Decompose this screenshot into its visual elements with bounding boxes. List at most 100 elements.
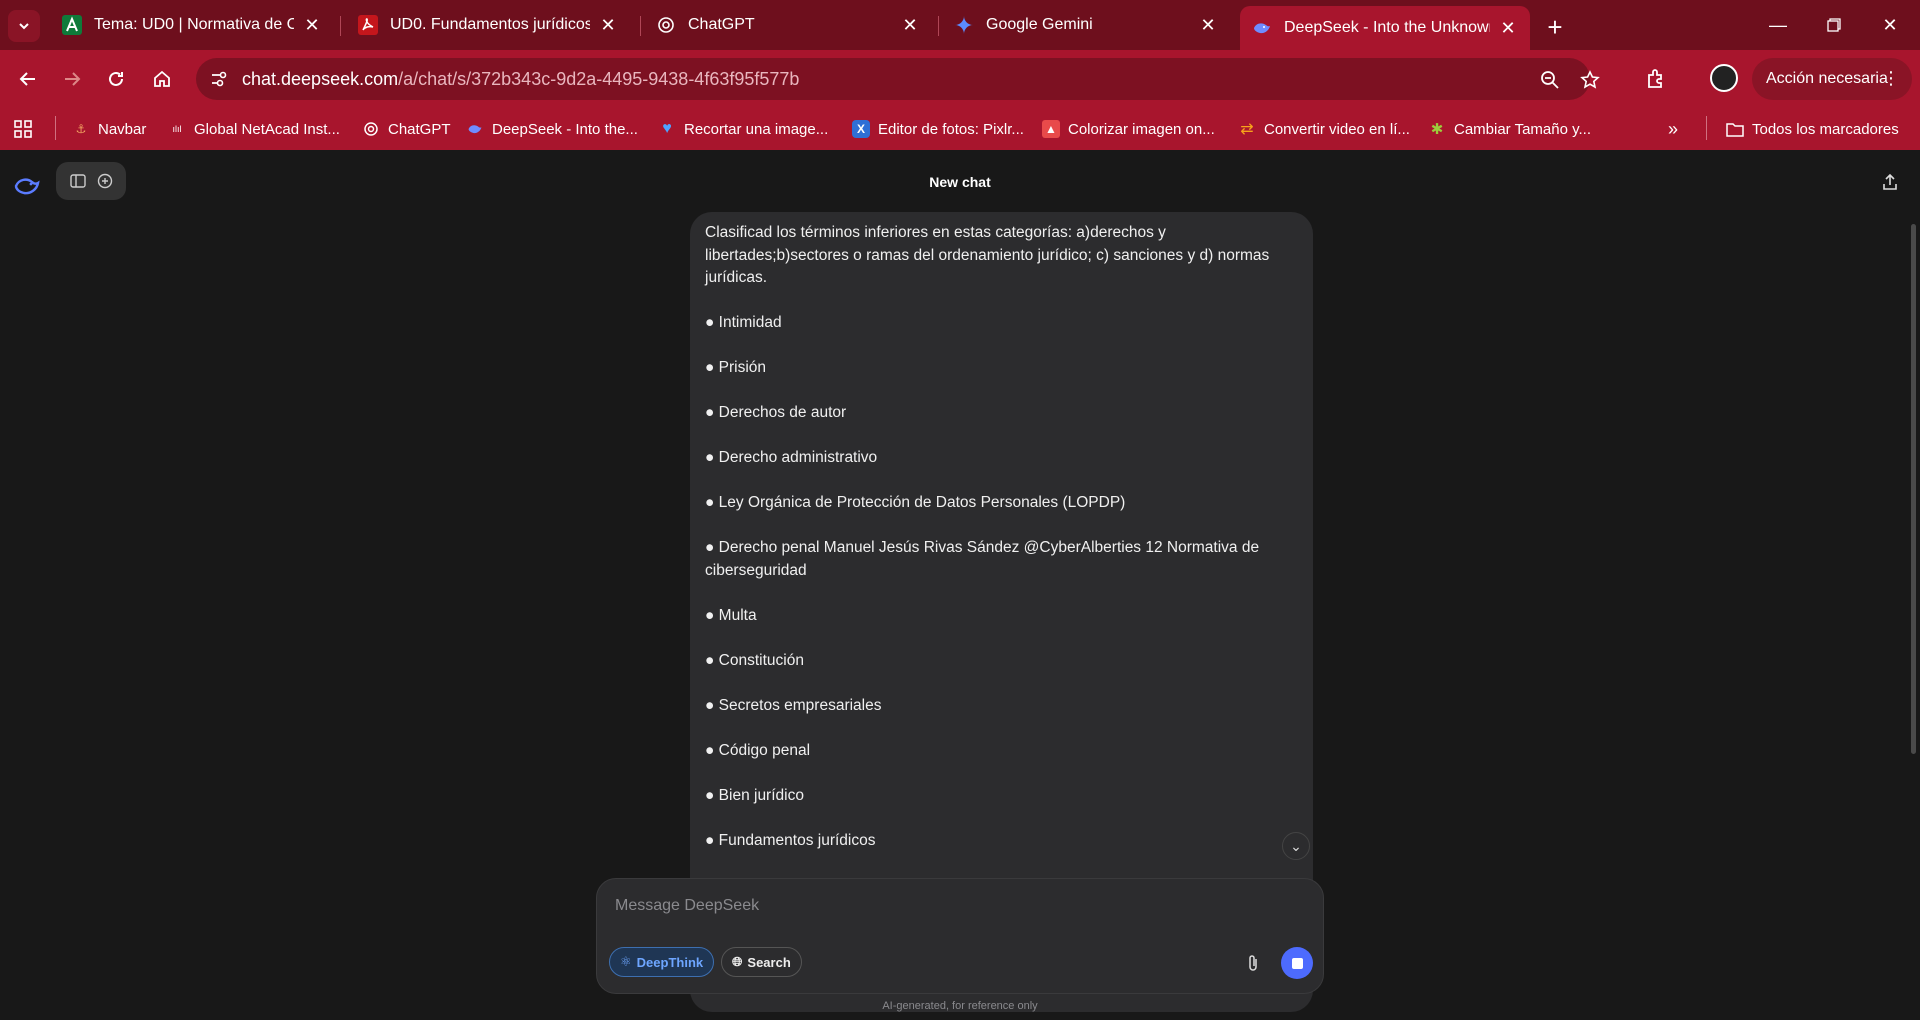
list-item: ● Código penal (705, 741, 811, 759)
atom-icon: ⚛ (620, 954, 632, 969)
tab-chatgpt[interactable]: ChatGPT ✕ (644, 8, 932, 42)
home-button[interactable] (146, 63, 178, 95)
list-item: ● Derecho administrativo (705, 449, 878, 466)
close-icon[interactable]: ✕ (302, 15, 322, 35)
folder-icon (1726, 120, 1744, 138)
tab-title: ChatGPT (688, 16, 755, 33)
browser-toolbar: chat.deepseek.com/a/chat/s/372b343c-9d2a… (0, 50, 1920, 108)
bookmark-navbar[interactable]: ⚓ Navbar (72, 116, 147, 142)
extensions-button[interactable] (1640, 63, 1672, 95)
bookmark-label: Editor de fotos: Pixlr... (878, 120, 1024, 138)
tab-gemini[interactable]: Google Gemini ✕ (942, 8, 1230, 42)
close-icon[interactable]: ✕ (900, 15, 920, 35)
deepseek-icon (466, 120, 484, 138)
bookmarks-separator (55, 116, 56, 140)
gemini-icon (954, 15, 974, 35)
tab-title: DeepSeek - Into the Unknown (1284, 19, 1490, 36)
tab-deepseek-active[interactable]: DeepSeek - Into the Unknown ✕ (1240, 6, 1530, 50)
more-vertical-icon[interactable]: ⋮ (1882, 68, 1900, 89)
search-toggle[interactable]: 🌐︎ Search (721, 947, 802, 977)
anchor-icon: ⚓ (75, 122, 87, 136)
close-icon[interactable]: ✕ (1498, 18, 1518, 38)
tab-separator (340, 16, 341, 36)
list-item: ● Fundamentos jurídicos (705, 831, 876, 849)
cisco-icon: ılıl (172, 124, 182, 134)
message-input[interactable]: Message DeepSeek (615, 897, 759, 915)
puzzle-icon: ✱ (1430, 121, 1444, 138)
share-icon[interactable] (1880, 172, 1900, 192)
chevron-down-icon (19, 23, 29, 30)
bookmark-colorizar[interactable]: ▲ Colorizar imagen on... (1042, 116, 1215, 142)
bookmark-netacad[interactable]: ılıl Global NetAcad Inst... (168, 116, 340, 142)
tab-search-button[interactable] (8, 10, 40, 42)
tab-title: Google Gemini (986, 16, 1093, 33)
chevron-down-icon: ⌄ (1290, 837, 1302, 854)
arrow-left-icon (19, 72, 35, 86)
chat-scrollbar[interactable] (1911, 224, 1916, 754)
reload-button[interactable] (100, 63, 132, 95)
stop-generation-button[interactable] (1281, 947, 1313, 979)
tab-separator (640, 16, 641, 36)
heart-icon: ♥ (662, 120, 672, 137)
message-composer[interactable]: Message DeepSeek ⚛ DeepThink 🌐︎ Search (596, 878, 1324, 994)
close-icon: ✕ (1882, 14, 1898, 35)
moodle-a-icon (62, 15, 82, 35)
minimize-button[interactable]: — (1760, 10, 1796, 40)
close-icon[interactable]: ✕ (598, 15, 618, 35)
bookmark-label: ChatGPT (388, 120, 451, 138)
url-text: chat.deepseek.com/a/chat/s/372b343c-9d2a… (242, 69, 799, 90)
zoom-icon[interactable] (1538, 68, 1562, 92)
bookmark-chatgpt[interactable]: ChatGPT (362, 116, 451, 142)
action-needed-button[interactable]: Acción necesaria ⋮ (1752, 58, 1912, 100)
site-info-icon[interactable] (208, 68, 230, 90)
list-item: ● Derechos de autor (705, 404, 847, 421)
new-tab-button[interactable]: + (1540, 12, 1570, 42)
close-window-button[interactable]: ✕ (1872, 10, 1908, 40)
bookmark-convertir[interactable]: ⇄ Convertir video en lí... (1238, 116, 1410, 142)
apps-grid-icon (14, 120, 32, 138)
message-intro: Clasificad los términos inferiores en es… (705, 224, 1270, 286)
list-item: ● Multa (705, 606, 757, 624)
bookmarks-separator (1706, 116, 1707, 140)
list-item: ● Derecho penal Manuel Jesús Rivas Sánde… (705, 539, 1260, 579)
tree-icon: ▲ (1042, 120, 1060, 138)
scroll-down-button[interactable]: ⌄ (1282, 832, 1310, 860)
url-path: /a/chat/s/372b343c-9d2a-4495-9438-4f63f9… (398, 69, 800, 89)
pdf-icon (358, 15, 378, 35)
apps-button[interactable] (14, 116, 32, 142)
tab-pdf[interactable]: UD0. Fundamentos jurídicos de ✕ (346, 8, 630, 42)
bookmark-deepseek[interactable]: DeepSeek - Into the... (466, 116, 638, 142)
url-host: chat.deepseek.com (242, 69, 399, 89)
attach-button[interactable] (1243, 953, 1263, 973)
list-item: ● Secretos empresariales (705, 696, 882, 714)
tab-strip: Tema: UD0 | Normativa de Cibe ✕ UD0. Fun… (0, 0, 1920, 50)
more-bookmarks-button[interactable]: » (1668, 116, 1678, 142)
arrow-right-icon (65, 72, 81, 86)
bookmark-pixlr[interactable]: X Editor de fotos: Pixlr... (852, 116, 1024, 142)
back-button[interactable] (12, 63, 44, 95)
restore-button[interactable] (1816, 10, 1852, 40)
deepseek-app: New chat Clasificad los términos inferio… (0, 150, 1920, 1020)
all-bookmarks-label: Todos los marcadores (1752, 120, 1899, 138)
pixlr-icon: X (852, 120, 870, 138)
minimize-icon: — (1769, 14, 1787, 35)
deepthink-toggle[interactable]: ⚛ DeepThink (609, 947, 715, 977)
bookmark-recortar[interactable]: ♥ Recortar una image... (658, 116, 828, 142)
bookmark-label: Global NetAcad Inst... (194, 120, 340, 138)
convert-icon: ⇄ (1240, 121, 1254, 138)
address-bar[interactable]: chat.deepseek.com/a/chat/s/372b343c-9d2a… (196, 58, 1600, 100)
profile-avatar[interactable] (1710, 64, 1738, 92)
restore-icon (1827, 18, 1841, 32)
deepthink-label: DeepThink (636, 954, 704, 970)
bookmark-star-icon[interactable] (1578, 68, 1602, 92)
all-bookmarks-button[interactable]: Todos los marcadores (1726, 116, 1899, 142)
forward-button[interactable] (56, 63, 88, 95)
close-icon[interactable]: ✕ (1198, 15, 1218, 35)
bookmark-label: Recortar una image... (684, 120, 829, 138)
bookmark-cambiar[interactable]: ✱ Cambiar Tamaño y... (1428, 116, 1591, 142)
bookmark-label: Colorizar imagen on... (1068, 120, 1215, 138)
chatgpt-icon (656, 15, 676, 35)
tab-moodle[interactable]: Tema: UD0 | Normativa de Cibe ✕ (50, 8, 334, 42)
bookmark-label: DeepSeek - Into the... (492, 120, 638, 138)
bookmark-label: Cambiar Tamaño y... (1454, 120, 1591, 138)
